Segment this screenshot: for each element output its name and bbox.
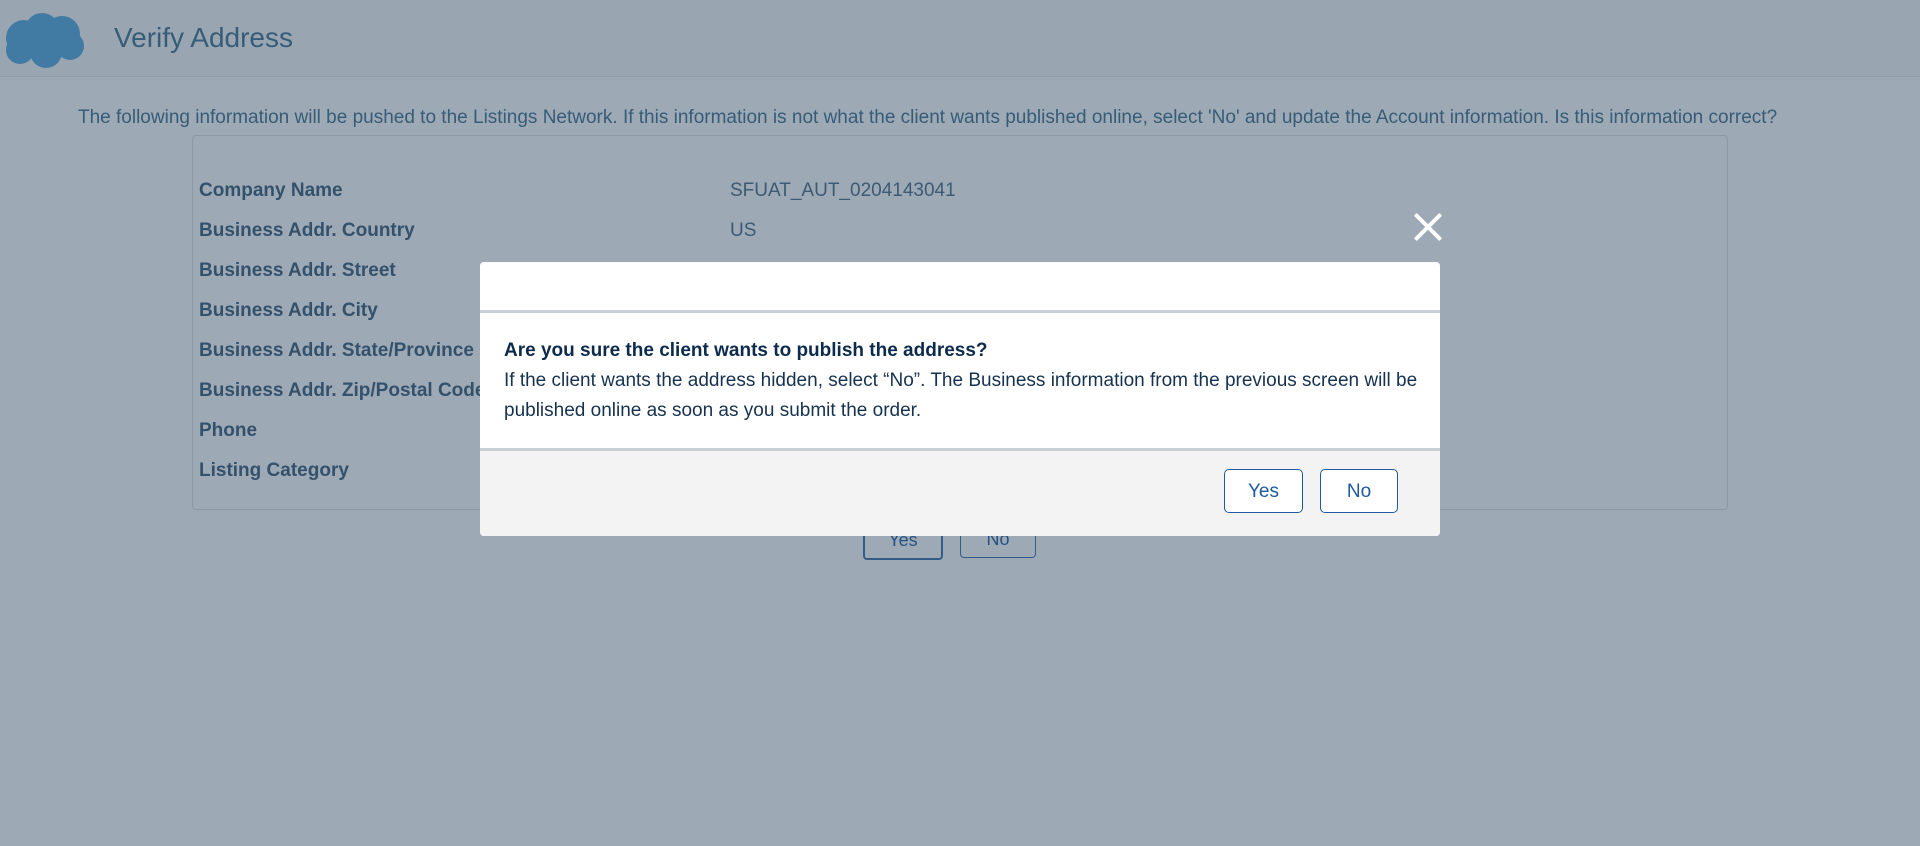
modal-message: If the client wants the address hidden, …: [504, 370, 1418, 421]
modal-heading: Are you sure the client wants to publish…: [504, 340, 988, 361]
modal-footer: Yes No: [480, 448, 1440, 536]
modal-body: Are you sure the client wants to publish…: [480, 313, 1440, 421]
confirm-publish-dialog: Are you sure the client wants to publish…: [480, 262, 1440, 536]
modal-header: [480, 262, 1440, 313]
yes-button[interactable]: Yes: [1224, 469, 1303, 513]
close-icon[interactable]: [1409, 208, 1447, 246]
page: Verify Address The following information…: [0, 0, 1920, 846]
no-button[interactable]: No: [1320, 469, 1398, 513]
